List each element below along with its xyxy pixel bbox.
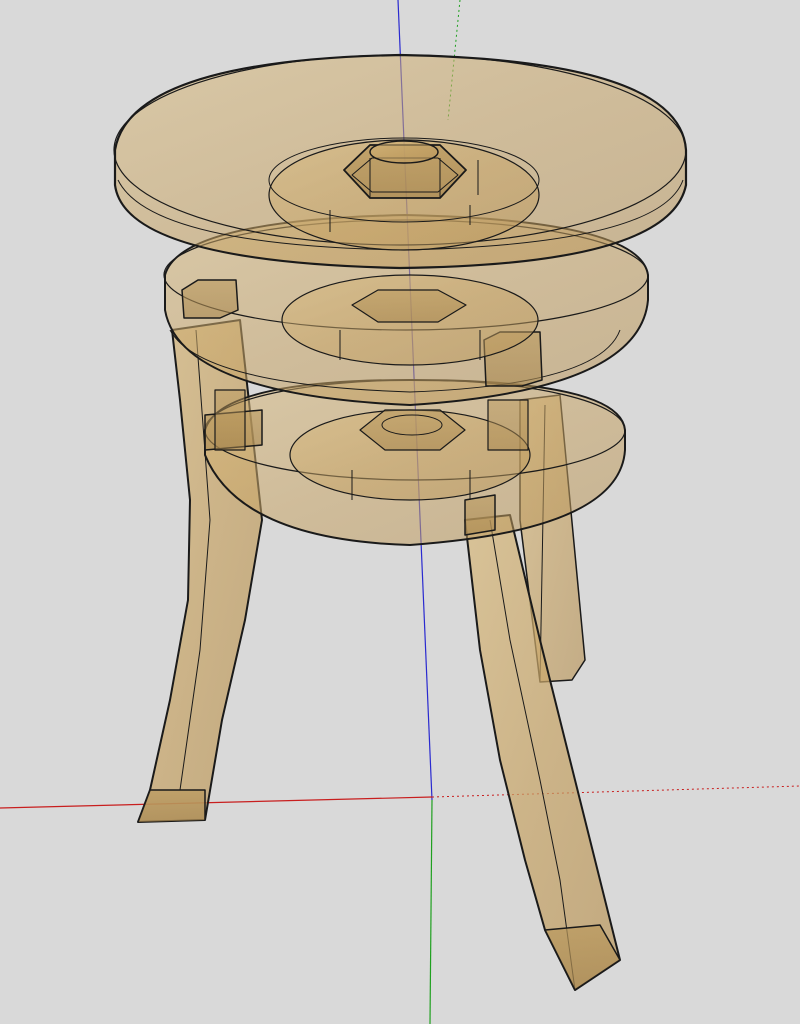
modeling-viewport[interactable] <box>0 0 800 1024</box>
front-left-leg-foot <box>137 789 206 823</box>
middle-hub <box>281 274 539 366</box>
model-canvas[interactable] <box>0 0 800 1024</box>
